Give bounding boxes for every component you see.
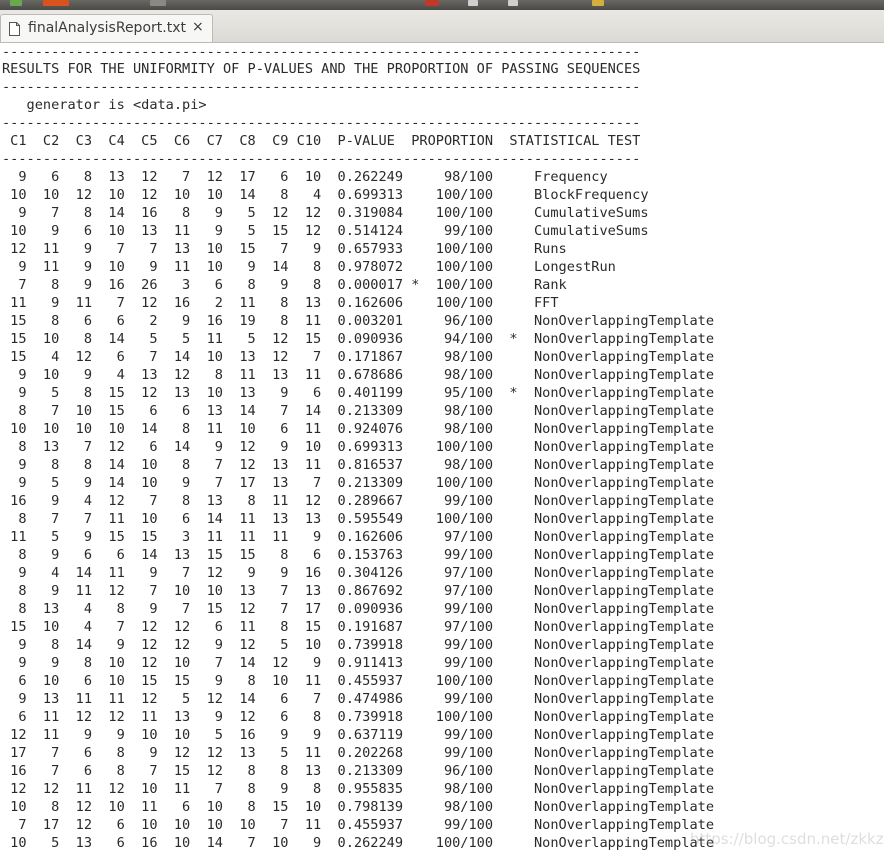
result-row: 16 7 6 8 7 15 12 8 8 13 0.213309 96/100 … bbox=[2, 763, 715, 779]
result-row: 11 9 11 7 12 16 2 11 8 13 0.162606 100/1… bbox=[2, 295, 559, 311]
watermark: https://blog.csdn.net/zkkzpp258 bbox=[690, 830, 884, 848]
result-row: 9 13 11 11 12 5 12 14 6 7 0.474986 99/10… bbox=[2, 691, 715, 707]
column-headers: C1 C2 C3 C4 C5 C6 C7 C8 C9 C10 P-VALUE P… bbox=[2, 133, 641, 149]
toolbar-icon-yellow[interactable] bbox=[592, 0, 604, 6]
result-row: 15 10 8 14 5 5 11 5 12 15 0.090936 94/10… bbox=[2, 331, 715, 347]
generator-line: generator is <data.pi> bbox=[2, 97, 207, 113]
separator-line: ----------------------------------------… bbox=[2, 151, 641, 167]
result-row: 10 5 13 6 16 10 14 7 10 9 0.262249 100/1… bbox=[2, 835, 715, 851]
result-row: 7 8 9 16 26 3 6 8 9 8 0.000017 * 100/100… bbox=[2, 277, 567, 293]
result-row: 17 7 6 8 9 12 12 13 5 11 0.202268 99/100… bbox=[2, 745, 715, 761]
result-row: 9 11 9 10 9 11 10 9 14 8 0.978072 100/10… bbox=[2, 259, 616, 275]
result-row: 8 13 4 8 9 7 15 12 7 17 0.090936 99/100 … bbox=[2, 601, 715, 617]
result-row: 10 8 12 10 11 6 10 8 15 10 0.798139 98/1… bbox=[2, 799, 715, 815]
separator-line: ----------------------------------------… bbox=[2, 115, 641, 131]
tab-title: finalAnalysisReport.txt bbox=[28, 20, 186, 36]
result-row: 16 9 4 12 7 8 13 8 11 12 0.289667 99/100… bbox=[2, 493, 715, 509]
toolbar-icon-light[interactable] bbox=[508, 0, 518, 6]
separator-line: ----------------------------------------… bbox=[2, 79, 641, 95]
tab-final-analysis-report[interactable]: finalAnalysisReport.txt × bbox=[0, 14, 213, 42]
result-row: 9 5 8 15 12 13 10 13 9 6 0.401199 95/100… bbox=[2, 385, 715, 401]
result-row: 10 9 6 10 13 11 9 5 15 12 0.514124 99/10… bbox=[2, 223, 649, 239]
result-row: 12 11 9 9 10 10 5 16 9 9 0.637119 99/100… bbox=[2, 727, 715, 743]
toolbar-icon-gray[interactable] bbox=[150, 0, 166, 6]
result-row: 12 11 9 7 7 13 10 15 7 9 0.657933 100/10… bbox=[2, 241, 567, 257]
result-row: 7 17 12 6 10 10 10 10 7 11 0.455937 99/1… bbox=[2, 817, 715, 833]
result-row: 9 9 8 10 12 10 7 14 12 9 0.911413 99/100… bbox=[2, 655, 715, 671]
result-row: 9 6 8 13 12 7 12 17 6 10 0.262249 98/100… bbox=[2, 169, 608, 185]
result-row: 10 10 10 10 14 8 11 10 6 11 0.924076 98/… bbox=[2, 421, 715, 437]
result-row: 8 9 11 12 7 10 10 13 7 13 0.867692 97/10… bbox=[2, 583, 715, 599]
result-row: 9 7 8 14 16 8 9 5 12 12 0.319084 100/100… bbox=[2, 205, 649, 221]
toolbar bbox=[0, 0, 884, 10]
result-row: 8 13 7 12 6 14 9 12 9 10 0.699313 100/10… bbox=[2, 439, 715, 455]
result-row: 8 7 7 11 10 6 14 11 13 13 0.595549 100/1… bbox=[2, 511, 715, 527]
result-row: 8 9 6 6 14 13 15 15 8 6 0.153763 99/100 … bbox=[2, 547, 715, 563]
report-title: RESULTS FOR THE UNIFORMITY OF P-VALUES A… bbox=[2, 61, 641, 77]
toolbar-icon-red[interactable] bbox=[425, 0, 439, 6]
result-row: 10 10 12 10 12 10 10 14 8 4 0.699313 100… bbox=[2, 187, 649, 203]
result-row: 15 8 6 6 2 9 16 19 8 11 0.003201 96/100 … bbox=[2, 313, 715, 329]
result-row: 9 5 9 14 10 9 7 17 13 7 0.213309 100/100… bbox=[2, 475, 715, 491]
close-tab-icon[interactable]: × bbox=[192, 19, 204, 35]
result-row: 6 10 6 10 15 15 9 8 10 11 0.455937 100/1… bbox=[2, 673, 715, 689]
result-row: 6 11 12 12 11 13 9 12 6 8 0.739918 100/1… bbox=[2, 709, 715, 725]
toolbar-icon-orange[interactable] bbox=[43, 0, 69, 6]
result-row: 11 5 9 15 15 3 11 11 11 9 0.162606 97/10… bbox=[2, 529, 715, 545]
result-row: 8 7 10 15 6 6 13 14 7 14 0.213309 98/100… bbox=[2, 403, 715, 419]
toolbar-icon-light[interactable] bbox=[468, 0, 478, 6]
text-file-icon bbox=[9, 22, 20, 36]
result-row: 15 4 12 6 7 14 10 13 12 7 0.171867 98/10… bbox=[2, 349, 715, 365]
result-row: 9 10 9 4 13 12 8 11 13 11 0.678686 98/10… bbox=[2, 367, 715, 383]
result-row: 9 8 8 14 10 8 7 12 13 11 0.816537 98/100… bbox=[2, 457, 715, 473]
tab-bar: finalAnalysisReport.txt × bbox=[0, 10, 884, 43]
result-row: 9 4 14 11 9 7 12 9 9 16 0.304126 97/100 … bbox=[2, 565, 715, 581]
toolbar-icon-green[interactable] bbox=[10, 0, 22, 6]
result-row: 9 8 14 9 12 12 9 12 5 10 0.739918 99/100… bbox=[2, 637, 715, 653]
text-editor[interactable]: ----------------------------------------… bbox=[0, 43, 884, 858]
result-row: 15 10 4 7 12 12 6 11 8 15 0.191687 97/10… bbox=[2, 619, 715, 635]
separator-line: ----------------------------------------… bbox=[2, 44, 641, 60]
result-row: 12 12 11 12 10 11 7 8 9 8 0.955835 98/10… bbox=[2, 781, 715, 797]
